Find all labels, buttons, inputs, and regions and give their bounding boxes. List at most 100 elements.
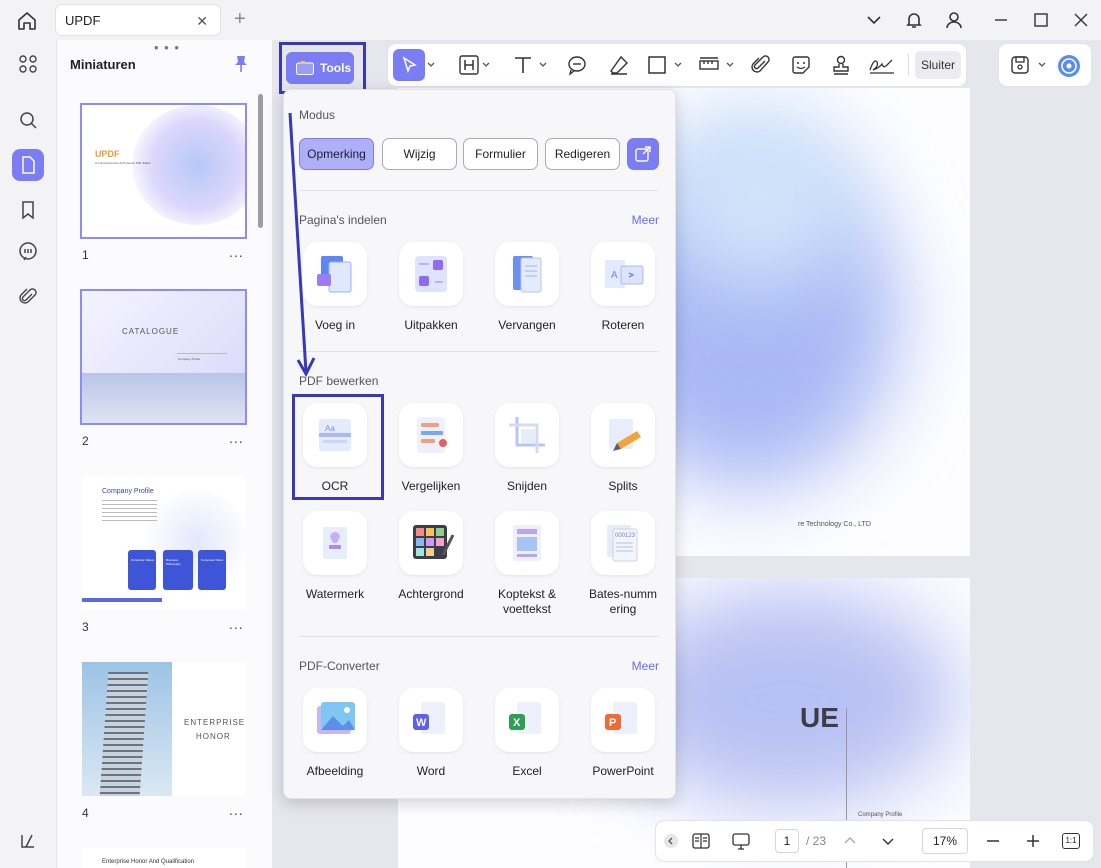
collapse-icon[interactable] bbox=[661, 831, 681, 851]
comment-tool-icon[interactable] bbox=[566, 54, 588, 76]
mode-form-button[interactable]: Formulier bbox=[463, 138, 538, 170]
eraser-tool-icon[interactable] bbox=[608, 54, 630, 76]
thumbnail-page-4[interactable]: ENTERPRISE HONOR bbox=[82, 662, 245, 796]
chevron-down-icon[interactable] bbox=[863, 9, 885, 31]
minimize-icon[interactable] bbox=[990, 9, 1012, 31]
thumbnail-subtitle: A Comprehensive AI-Powered PDF Editor bbox=[95, 161, 151, 165]
layers-icon[interactable] bbox=[12, 825, 44, 857]
mode-section-title: Modus bbox=[299, 108, 336, 122]
chevron-down-icon[interactable] bbox=[673, 54, 683, 76]
compare-tool[interactable]: Vergelijken bbox=[386, 403, 476, 494]
rotate-tool[interactable]: A Roteren bbox=[578, 242, 668, 333]
shape-tool-icon[interactable] bbox=[646, 54, 668, 76]
heading-tool-icon[interactable] bbox=[458, 54, 480, 76]
close-edit-button[interactable]: Sluiter bbox=[915, 51, 961, 79]
thumbnail-more-button[interactable]: ... bbox=[229, 802, 244, 818]
replace-icon bbox=[495, 242, 559, 306]
tools-group: Tools bbox=[278, 42, 366, 94]
chevron-down-icon[interactable] bbox=[481, 54, 491, 76]
stamp-tool-icon[interactable] bbox=[830, 54, 852, 76]
comments-icon[interactable] bbox=[12, 236, 44, 268]
thumbnail-page-2[interactable]: CATALOGUE Company Profile bbox=[82, 291, 245, 423]
zoom-in-icon[interactable] bbox=[1023, 831, 1043, 851]
insert-tool[interactable]: Voeg in bbox=[290, 242, 380, 333]
chevron-down-icon[interactable] bbox=[538, 54, 548, 76]
pin-icon[interactable] bbox=[233, 55, 249, 78]
replace-tool[interactable]: Vervangen bbox=[482, 242, 572, 333]
thumbnail-list-item: Company Profile bbox=[178, 357, 201, 361]
to-word-tool[interactable]: W Word bbox=[386, 688, 476, 779]
thumbnail-card-label: Corporate Values bbox=[131, 558, 155, 562]
thumbnails-title: Miniaturen bbox=[70, 57, 136, 72]
thumbnail-page-5[interactable]: Enterprise Honor And Qualification bbox=[82, 848, 245, 868]
edit-section-title: PDF bewerken bbox=[299, 374, 379, 388]
mode-comment-button[interactable]: Opmerking bbox=[299, 138, 374, 170]
to-excel-tool[interactable]: X Excel bbox=[482, 688, 572, 779]
search-icon[interactable] bbox=[12, 104, 44, 136]
to-image-label: Afbeelding bbox=[306, 764, 364, 778]
thumbnail-more-button[interactable]: ... bbox=[229, 244, 244, 260]
panel-drag-handle[interactable]: • • • bbox=[154, 40, 180, 55]
bookmark-icon[interactable] bbox=[12, 194, 44, 226]
zoom-level[interactable]: 17% bbox=[922, 828, 968, 854]
split-tool[interactable]: Splits bbox=[578, 403, 668, 494]
crop-label: Snijden bbox=[506, 479, 548, 493]
close-tab-icon[interactable]: ✕ bbox=[196, 13, 208, 30]
thumbnails-icon[interactable] bbox=[12, 149, 44, 181]
open-external-icon[interactable] bbox=[627, 138, 659, 170]
mode-edit-button[interactable]: Wijzig bbox=[382, 138, 457, 170]
crop-tool[interactable]: Snijden bbox=[482, 403, 572, 494]
header-footer-label: Koptekst & voettekst bbox=[497, 587, 557, 616]
extract-tool[interactable]: Uitpakken bbox=[386, 242, 476, 333]
thumbnails-scrollbar[interactable] bbox=[258, 94, 263, 228]
to-image-tool[interactable]: Afbeelding bbox=[290, 688, 380, 779]
mode-redact-button[interactable]: Redigeren bbox=[545, 138, 620, 170]
actual-size-button[interactable]: 1:1 bbox=[1062, 831, 1082, 851]
page-layout-icon[interactable] bbox=[691, 831, 711, 851]
close-edit-label: Sluiter bbox=[920, 58, 955, 72]
sticker-tool-icon[interactable] bbox=[790, 54, 812, 76]
svg-text:P: P bbox=[609, 717, 616, 729]
document-tab-title: UPDF bbox=[65, 13, 101, 28]
measure-tool-icon[interactable] bbox=[698, 54, 720, 76]
save-icon[interactable] bbox=[1009, 54, 1031, 76]
pages-more-link[interactable]: Meer bbox=[632, 213, 659, 227]
signature-tool-icon[interactable] bbox=[868, 54, 896, 76]
document-tab[interactable]: UPDF ✕ bbox=[56, 5, 220, 35]
close-window-icon[interactable] bbox=[1070, 9, 1092, 31]
next-page-icon[interactable] bbox=[878, 831, 898, 851]
attachment-icon[interactable] bbox=[12, 281, 44, 313]
svg-text:A: A bbox=[611, 270, 618, 281]
ai-assistant-icon[interactable] bbox=[1057, 54, 1080, 77]
home-icon[interactable] bbox=[14, 8, 40, 34]
chevron-down-icon[interactable] bbox=[426, 54, 436, 76]
thumbnail-heading: CATALOGUE bbox=[122, 327, 180, 336]
select-tool-button[interactable] bbox=[393, 49, 425, 81]
thumbnail-page-1[interactable]: UPDF A Comprehensive AI-Powered PDF Edit… bbox=[82, 105, 245, 237]
background-tool[interactable]: Achtergrond bbox=[386, 511, 476, 602]
bell-icon[interactable] bbox=[903, 9, 925, 31]
converter-more-link[interactable]: Meer bbox=[632, 659, 659, 673]
apps-icon[interactable] bbox=[12, 48, 44, 80]
thumbnail-card-label: Corporate Vision bbox=[201, 558, 224, 562]
thumbnail-more-button[interactable]: ... bbox=[229, 616, 244, 632]
header-footer-tool[interactable]: Koptekst & voettekst bbox=[482, 511, 572, 617]
thumbnail-page-3[interactable]: Company Profile Corporate Values Busines… bbox=[82, 476, 245, 610]
zoom-out-icon[interactable] bbox=[983, 831, 1003, 851]
user-icon[interactable] bbox=[943, 9, 965, 31]
presentation-icon[interactable] bbox=[731, 831, 751, 851]
to-powerpoint-tool[interactable]: P PowerPoint bbox=[578, 688, 668, 779]
chevron-down-icon[interactable] bbox=[725, 54, 735, 76]
compare-label: Vergelijken bbox=[401, 479, 461, 493]
chevron-down-icon[interactable] bbox=[1037, 54, 1047, 76]
prev-page-icon[interactable] bbox=[840, 831, 860, 851]
current-page-input[interactable]: 1 bbox=[775, 829, 799, 853]
compare-icon bbox=[399, 403, 463, 467]
add-tab-icon[interactable]: + bbox=[234, 9, 246, 29]
maximize-icon[interactable] bbox=[1030, 9, 1052, 31]
bates-numbering-tool[interactable]: 000123 Bates-numm ering bbox=[578, 511, 668, 617]
thumbnail-more-button[interactable]: ... bbox=[229, 430, 244, 446]
text-tool-icon[interactable] bbox=[512, 54, 534, 76]
watermark-tool[interactable]: Watermerk bbox=[290, 511, 380, 602]
attachment-tool-icon[interactable] bbox=[750, 54, 772, 76]
